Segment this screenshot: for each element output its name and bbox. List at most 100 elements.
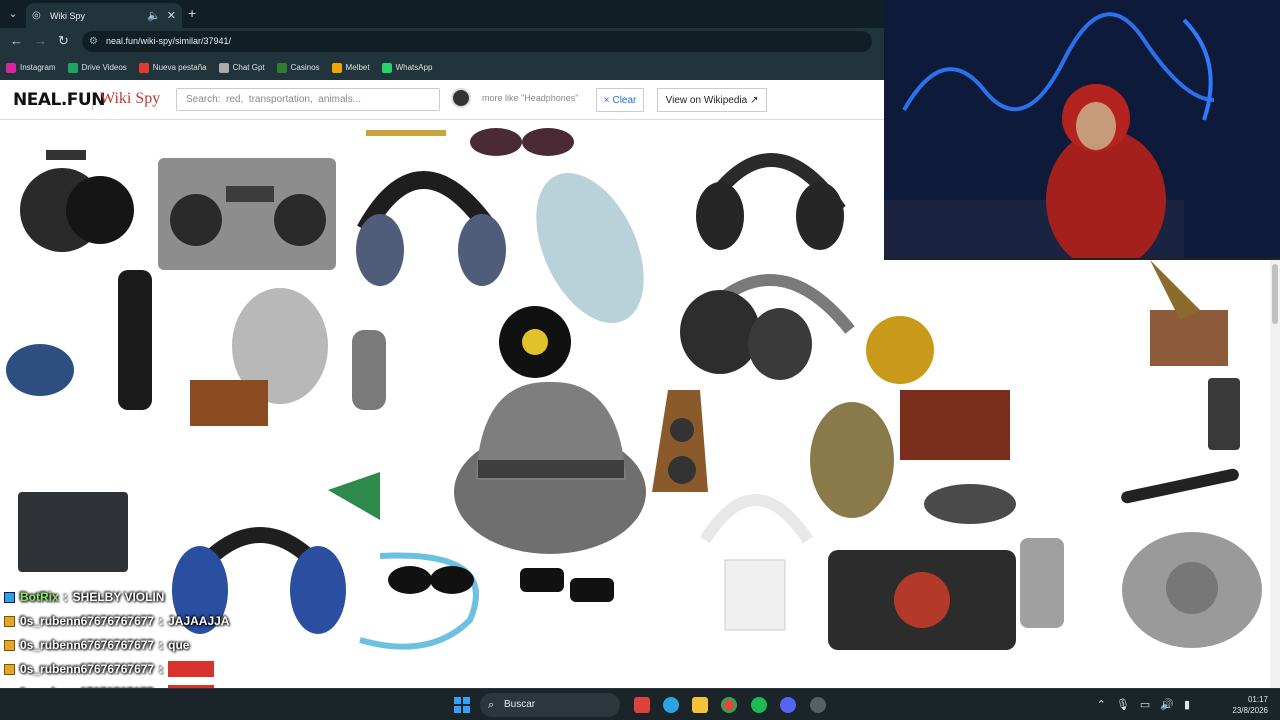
battery-icon[interactable]: ▮: [1184, 698, 1190, 711]
settings-icon[interactable]: [810, 697, 826, 713]
url-text: neal.fun/wiki-spy/similar/37941/: [106, 36, 232, 46]
divider: [92, 92, 93, 110]
chat-separator: :: [159, 614, 164, 628]
speaker-icon[interactable]: 🔈: [147, 9, 161, 22]
tab-wiki-spy[interactable]: ◎ Wiki Spy 🔈 ✕: [26, 3, 182, 28]
3d-glasses-item[interactable]: [388, 566, 474, 594]
forward-icon[interactable]: →: [34, 33, 47, 48]
network-icon[interactable]: ▭: [1140, 698, 1150, 711]
microphone-item[interactable]: [1120, 468, 1240, 505]
chat-message: 0s_rubenn67676767677 :: [4, 657, 304, 681]
redacted-message-block: [168, 661, 215, 677]
chat-message: 0s_rubenn67676767677 : que: [4, 633, 304, 657]
bookmark-favicon-icon: [276, 62, 287, 73]
gramophone-item[interactable]: [190, 288, 328, 426]
discord-icon[interactable]: [780, 697, 796, 713]
bookmark-label: Nueva pestaña: [152, 63, 207, 72]
sunglasses-item[interactable]: [470, 128, 574, 156]
boombox-item[interactable]: [158, 158, 336, 270]
chat-username: 0s_rubenn67676767677: [20, 614, 155, 628]
chat-message: BotRix : SHELBY VIOLIN: [4, 585, 304, 609]
bookmark-label: Instagram: [20, 63, 56, 72]
app-icon-red[interactable]: [634, 697, 650, 713]
wiki-spy-toolbar: NEAL.FUN Wiki Spy more like "Headphones"…: [0, 80, 884, 120]
trombone-item[interactable]: [366, 130, 446, 136]
search-input[interactable]: [176, 88, 440, 111]
windows-taskbar: ⌕ Buscar ⌃ 🎙 ▭ 🔊 ▮ 01:17 23/8/2026: [0, 688, 1280, 720]
chat-badge-icon: [4, 615, 15, 627]
flashlight-item[interactable]: [118, 270, 152, 410]
view-on-wikipedia-button[interactable]: View on Wikipedia ↗: [657, 88, 767, 112]
bluetooth-earpiece-item[interactable]: [6, 344, 74, 396]
headphone-stand-item[interactable]: [699, 494, 814, 631]
back-icon[interactable]: ←: [10, 33, 23, 48]
scrollbar[interactable]: [1270, 260, 1280, 688]
retro-headphones-item[interactable]: [680, 274, 855, 380]
reload-icon[interactable]: ↻: [58, 33, 69, 49]
chat-username: 0s_rubenn67676767677: [20, 638, 155, 652]
bookmark-item[interactable]: Melbet: [331, 62, 370, 73]
site-info-icon[interactable]: ⚙: [89, 31, 98, 52]
close-icon: ×: [603, 94, 610, 106]
telegram-icon[interactable]: [663, 697, 679, 713]
address-bar[interactable]: ⚙ neal.fun/wiki-spy/similar/37941/: [82, 31, 872, 52]
megaphone-item[interactable]: [328, 472, 380, 520]
chat-text: que: [168, 638, 190, 652]
headphones-item[interactable]: [20, 150, 134, 252]
fedora-hat-item[interactable]: [454, 381, 646, 554]
turntable-item[interactable]: [924, 484, 1016, 524]
spotify-icon[interactable]: [751, 697, 767, 713]
close-tab-icon[interactable]: ✕: [167, 9, 176, 22]
file-explorer-icon[interactable]: [692, 697, 708, 713]
windows-start-icon[interactable]: [454, 697, 470, 713]
bookmark-favicon-icon: [331, 62, 342, 73]
bookmark-favicon-icon: [381, 62, 392, 73]
bookmark-item[interactable]: Drive Videos: [67, 62, 127, 73]
search-icon: ⌕: [488, 699, 495, 711]
cymbal-item[interactable]: [810, 402, 894, 518]
chat-text: SHELBY VIOLIN: [72, 590, 165, 604]
chat-separator: :: [159, 662, 164, 676]
browser-tab-strip: ⌄ ◎ Wiki Spy 🔈 ✕ +: [0, 0, 884, 28]
microphone-icon[interactable]: 🎙: [1116, 698, 1130, 711]
chat-text: JAJAAJJA: [168, 614, 230, 628]
chevron-up-icon[interactable]: ⌃: [1097, 698, 1106, 711]
taskbar-clock[interactable]: 01:17 23/8/2026: [1232, 694, 1268, 716]
bookmark-item[interactable]: Chat Gpt: [218, 62, 265, 73]
bookmarks-bar: Instagram Drive Videos Nueva pestaña Chat G…: [0, 55, 884, 80]
vinyl-record-item[interactable]: [499, 306, 571, 378]
stream-chat-overlay: BotRix : SHELBY VIOLIN 0s_rubenn676767676…: [4, 585, 304, 705]
chat-username: BotRix: [20, 590, 59, 604]
new-tab-icon[interactable]: +: [188, 5, 196, 21]
ipod-item[interactable]: [1208, 378, 1240, 450]
taskbar-search[interactable]: ⌕ Buscar: [480, 693, 620, 717]
bookmark-item[interactable]: Casinos: [276, 62, 320, 73]
cd-player-item[interactable]: [1122, 532, 1262, 648]
headphones-thumbnail-icon: [451, 88, 471, 108]
globe-icon: ◎: [32, 9, 41, 21]
volume-icon[interactable]: 🔊: [1160, 698, 1174, 711]
aviation-headset-item[interactable]: [356, 171, 506, 286]
chat-badge-icon: [4, 591, 15, 603]
clear-button[interactable]: × Clear: [596, 88, 644, 112]
bookmark-item[interactable]: Nueva pestaña: [138, 62, 207, 73]
scrollbar-thumb[interactable]: [1272, 264, 1278, 324]
bookmark-favicon-icon: [218, 62, 229, 73]
navigation-bar: ← → ↻ ⚙ neal.fun/wiki-spy/similar/37941/: [0, 28, 884, 55]
bookmark-item[interactable]: WhatsApp: [381, 62, 432, 73]
chat-separator: :: [63, 590, 68, 604]
clock-date: 23/8/2026: [1232, 706, 1268, 715]
usb-microphone-item[interactable]: [1020, 538, 1064, 628]
studio-headphones-item[interactable]: [696, 153, 846, 250]
edison-phonograph-item[interactable]: [1150, 260, 1228, 366]
bookmark-item[interactable]: Instagram: [6, 62, 56, 73]
speaker-item[interactable]: [652, 390, 708, 492]
tab-search-icon[interactable]: ⌄: [4, 5, 22, 23]
boombox-red-item[interactable]: [828, 550, 1016, 650]
tab-title: Wiki Spy: [50, 10, 86, 21]
portable-speaker-item[interactable]: [18, 492, 128, 572]
sunglasses-wayfarer-item[interactable]: [520, 568, 614, 602]
bookmark-favicon-icon: [67, 62, 78, 73]
chrome-icon[interactable]: [721, 697, 737, 713]
studio-microphone-item[interactable]: [352, 330, 386, 410]
